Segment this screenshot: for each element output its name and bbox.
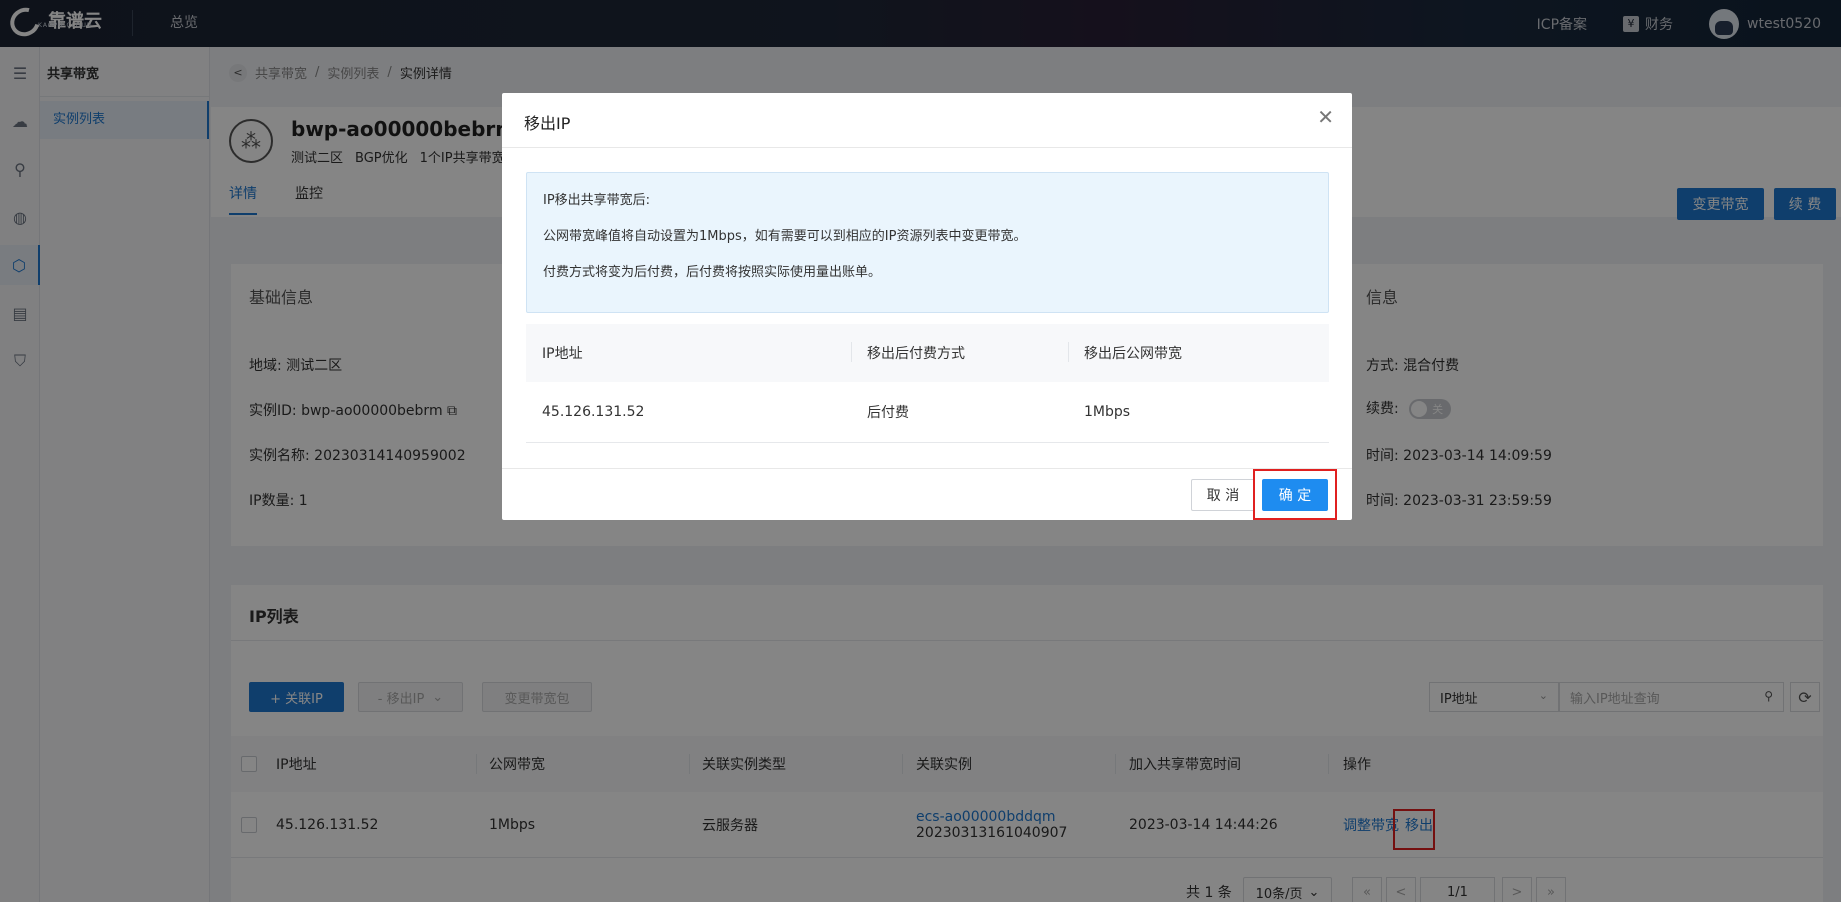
divider <box>502 468 1352 469</box>
modal-row-pay: 后付费 <box>867 405 909 421</box>
table-row: 45.126.131.52 后付费 1Mbps <box>526 382 1329 443</box>
modal-table-header: IP地址 移出后付费方式 移出后公网带宽 <box>526 324 1329 382</box>
modal-notice: IP移出共享带宽后: 公网带宽峰值将自动设置为1Mbps，如有需要可以到相应的I… <box>526 172 1329 313</box>
modal-col-ip: IP地址 <box>542 346 583 362</box>
col-separator <box>1068 342 1069 362</box>
modal-col-bandwidth: 移出后公网带宽 <box>1084 346 1182 362</box>
cancel-button[interactable]: 取 消 <box>1191 479 1255 511</box>
remove-ip-modal: 移出IP ✕ IP移出共享带宽后: 公网带宽峰值将自动设置为1Mbps，如有需要… <box>502 93 1352 520</box>
close-icon[interactable]: ✕ <box>1317 107 1334 127</box>
col-separator <box>851 342 852 362</box>
modal-row-ip: 45.126.131.52 <box>542 404 645 420</box>
modal-row-bandwidth: 1Mbps <box>1084 404 1131 420</box>
modal-col-pay: 移出后付费方式 <box>867 346 965 362</box>
highlight-box-confirm <box>1253 469 1337 520</box>
divider <box>502 147 1352 148</box>
modal-title: 移出IP <box>524 114 571 133</box>
notice-title: IP移出共享带宽后: <box>543 193 651 208</box>
notice-line-2: 付费方式将变为后付费，后付费将按照实际使用量出账单。 <box>543 265 882 280</box>
notice-line-1: 公网带宽峰值将自动设置为1Mbps，如有需要可以到相应的IP资源列表中变更带宽。 <box>543 229 1027 244</box>
